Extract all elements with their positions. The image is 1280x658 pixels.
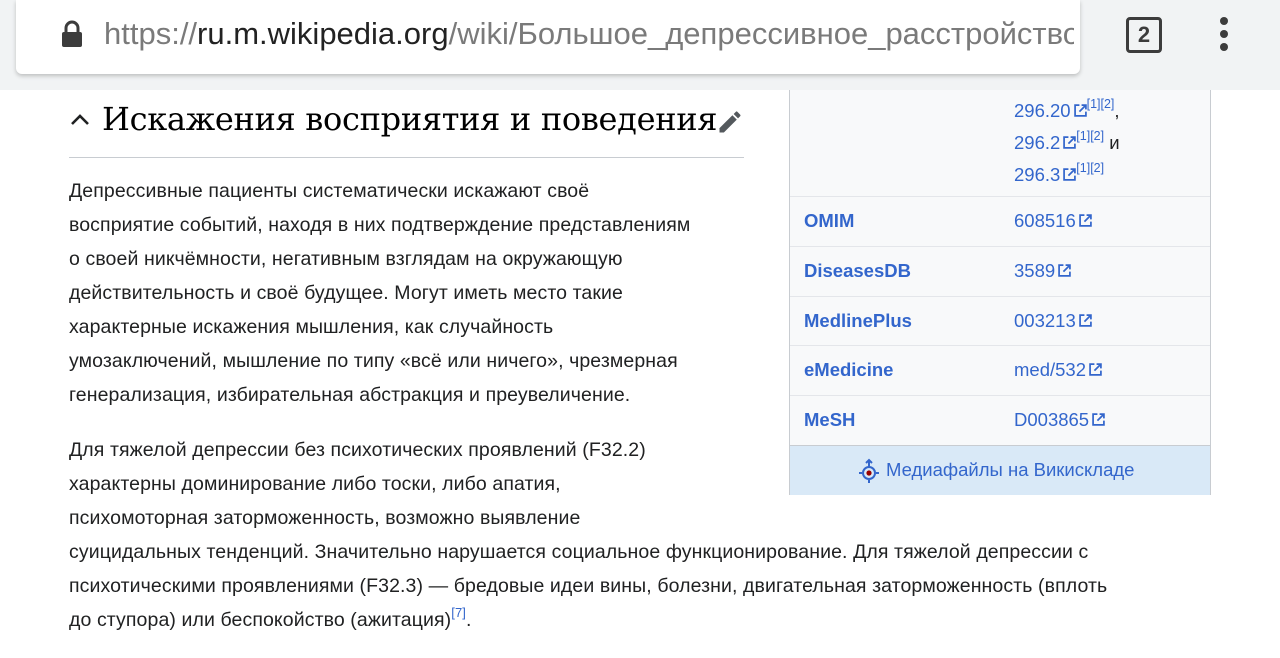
url-path: /wiki/Большое_депрессивное_расстройство [448, 16, 1074, 51]
text-line: умозаключений, мышление по типу «всё или… [69, 350, 678, 372]
text-line: восприятие событий, находя в них подтвер… [69, 214, 691, 236]
icd-code-link[interactable]: 296.2 [1014, 132, 1060, 153]
text-line: генерализация, избирательная абстракция … [69, 384, 631, 406]
infobox-key[interactable]: MedlinePlus [804, 310, 912, 332]
url-scheme: https:// [104, 16, 198, 51]
text-line: действительность и своё будущее. Могут и… [69, 282, 623, 304]
separator: и [1109, 132, 1120, 153]
text-line: о своей никчёмности, негативным взглядам… [69, 248, 623, 270]
text-line: суицидальных тенденций. Значительно нару… [69, 541, 1089, 563]
infobox-value-link[interactable]: 3589 [1014, 260, 1055, 281]
address-bar[interactable]: https://ru.m.wikipedia.org/wiki/Большое_… [16, 0, 1080, 74]
infobox-value-link[interactable]: D003865 [1014, 409, 1089, 430]
reference-link[interactable]: [1][2] [1076, 161, 1104, 175]
infobox-value-link[interactable]: 003213 [1014, 310, 1076, 331]
lock-icon [62, 20, 82, 47]
section-title: Искажения восприятия и поведения [102, 100, 718, 138]
infobox-value-link[interactable]: 608516 [1014, 210, 1076, 231]
icd-code-item: 296.20 [1][2], [1014, 96, 1120, 128]
icd-code-link[interactable]: 296.3 [1014, 164, 1060, 185]
reference-link[interactable]: [1][2] [1087, 97, 1115, 111]
infobox-value[interactable]: 3589 [1014, 260, 1071, 282]
reference-link[interactable]: [7] [451, 605, 466, 620]
pencil-edit-icon[interactable] [716, 108, 744, 136]
external-link-icon [1063, 136, 1077, 149]
reference-link[interactable]: [1][2] [1076, 129, 1104, 143]
icd-codes: 296.20 [1][2], 296.2 [1][2] и 296.3 [1][2] [1014, 96, 1120, 192]
icd-code-item: 296.3 [1][2] [1014, 160, 1120, 192]
text-line-last: до ступора) или беспокойство (ажитация)[… [69, 603, 1107, 637]
text-line: психомоторная заторможенность, возможно … [69, 507, 581, 529]
commons-link-row[interactable]: Медиафайлы на Викискладе [790, 445, 1210, 495]
commons-link[interactable]: Медиафайлы на Викискладе [886, 459, 1134, 481]
infobox-key[interactable]: MeSH [804, 409, 855, 431]
icd-code-link[interactable]: 296.20 [1014, 100, 1071, 121]
icd-code-item: 296.2 [1][2] и [1014, 128, 1120, 160]
external-link-icon [1089, 363, 1102, 376]
url-text[interactable]: https://ru.m.wikipedia.org/wiki/Большое_… [104, 14, 1074, 54]
text-fragment: . [466, 609, 472, 631]
external-link-icon [1073, 104, 1087, 117]
infobox-value[interactable]: 003213 [1014, 310, 1092, 332]
infobox-value[interactable]: D003865 [1014, 409, 1105, 431]
overflow-menu-icon[interactable] [1210, 14, 1238, 56]
infobox-row-medlineplus: MedlinePlus 003213 [790, 296, 1210, 346]
text-line: психотическими проявлениями (F32.3) — бр… [69, 575, 1108, 597]
paragraph-perception: Депрессивные пациенты систематически иск… [69, 174, 690, 412]
text-fragment: до ступора) или беспокойство (ажитация) [69, 609, 452, 631]
infobox-key[interactable]: eMedicine [804, 359, 893, 381]
external-link-icon [1078, 214, 1092, 227]
infobox-row-emedicine: eMedicine med/532 [790, 345, 1210, 395]
infobox-value-link[interactable]: med/532 [1014, 359, 1086, 380]
infobox-key[interactable]: DiseasesDB [804, 260, 911, 282]
section-heading[interactable]: Искажения восприятия и поведения [69, 98, 744, 158]
wikimedia-commons-icon [859, 458, 879, 483]
external-link-icon [1058, 264, 1071, 277]
url-host: ru.m.wikipedia.org [197, 16, 449, 51]
separator: , [1114, 100, 1120, 121]
text-line: характерные искажения мышления, как случ… [69, 316, 554, 338]
chevron-up-icon[interactable] [69, 110, 91, 128]
infobox-key[interactable]: OMIM [804, 210, 854, 232]
text-line: Депрессивные пациенты систематически иск… [69, 180, 590, 202]
infobox-row-omim: OMIM 608516 [790, 196, 1210, 246]
infobox-row-diseasesdb: DiseasesDB 3589 [790, 246, 1210, 296]
external-link-icon [1092, 413, 1105, 426]
infobox: 296.20 [1][2], 296.2 [1][2] и 296.3 [1][2] … [789, 90, 1211, 495]
infobox-value[interactable]: med/532 [1014, 359, 1102, 381]
browser-chrome: https://ru.m.wikipedia.org/wiki/Большое_… [0, 0, 1280, 90]
external-link-icon [1078, 314, 1092, 327]
infobox-value[interactable]: 608516 [1014, 210, 1092, 232]
infobox-row-mesh: MeSH D003865 [790, 395, 1210, 445]
external-link-icon [1063, 168, 1077, 181]
tab-switcher-button[interactable]: 2 [1126, 17, 1162, 53]
